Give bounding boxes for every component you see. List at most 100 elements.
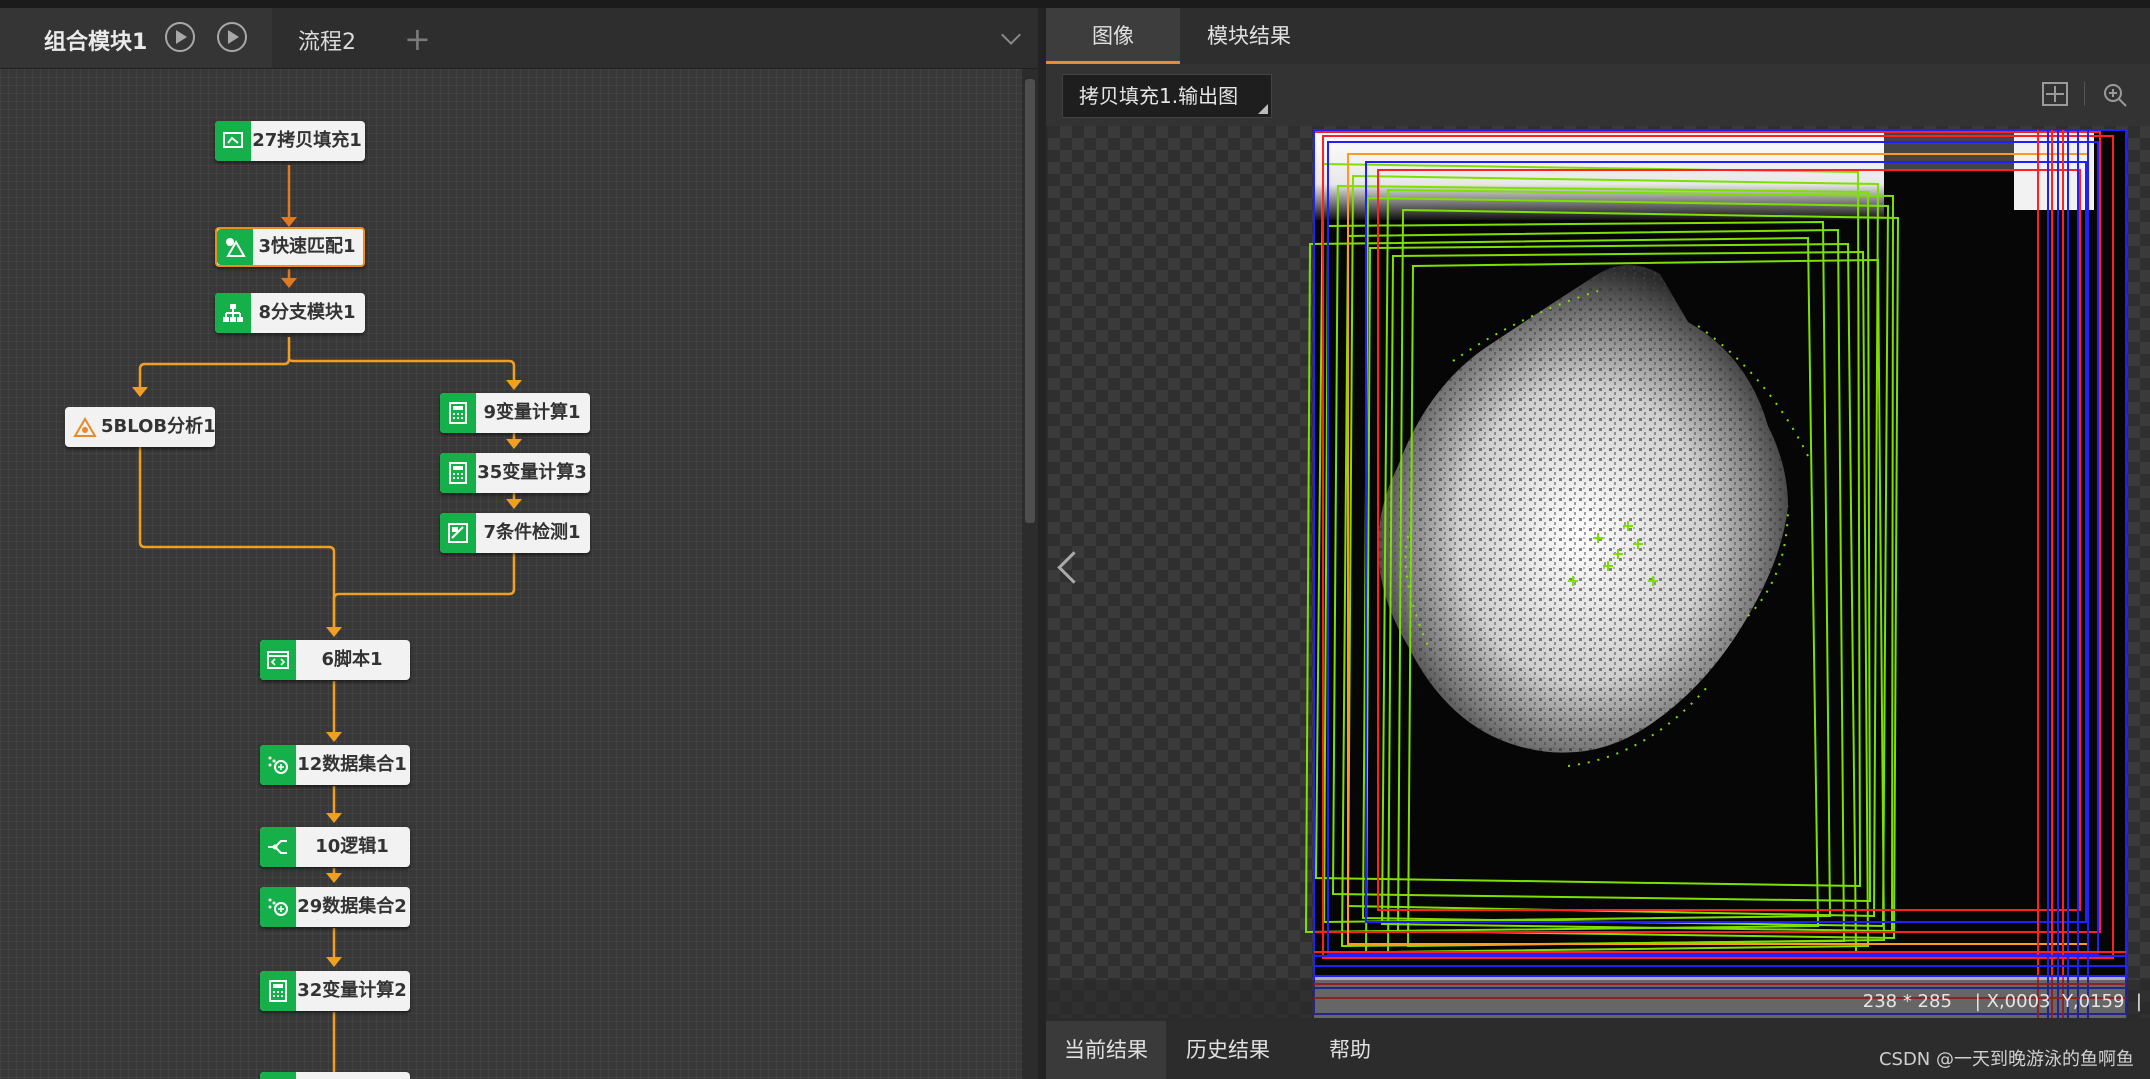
tab-module-result[interactable]: 模块结果 (1182, 8, 1316, 64)
watermark-text: CSDN @一天到晚游泳的鱼啊鱼 (1878, 1049, 2134, 1070)
image-source-value: 拷贝填充1.输出图 (1079, 84, 1239, 108)
node-icon-bg (65, 407, 101, 447)
zoom-in-icon[interactable] (2102, 82, 2128, 108)
node-label: 12数据集合1 (297, 754, 407, 775)
node-icon-bg (260, 971, 296, 1011)
script-icon (267, 651, 289, 669)
arrow-12-10 (326, 813, 342, 823)
node-var-calc-1[interactable]: 9变量计算1 (440, 393, 590, 433)
fast-match-icon (226, 238, 246, 257)
result-bottom-tabs: 当前结果 历史结果 帮助 CSDN @一天到晚游泳的鱼啊鱼 (1046, 1021, 2150, 1079)
node-label: 32变量计算2 (297, 980, 407, 1001)
tab-combined-module-label: 组合模块1 (44, 30, 148, 55)
pane-divider[interactable] (1038, 8, 1046, 1079)
copy-fill-icon (223, 132, 243, 148)
arrow-27-3 (281, 217, 297, 227)
window-top-strip (0, 0, 2150, 8)
node-script[interactable]: 6脚本1 (260, 640, 410, 680)
tab-combined-module[interactable]: 组合模块1 (0, 8, 272, 68)
node-label: 29数据集合2 (297, 896, 407, 917)
tab-help[interactable]: 帮助 (1290, 1021, 1410, 1079)
tab-flow2[interactable]: 流程2 (298, 24, 356, 56)
node-label: 3快速匹配1 (258, 236, 356, 257)
node-icon-bg (217, 229, 253, 265)
run-loop-button[interactable] (217, 22, 247, 52)
image-status-text: 238 * 285 | X,0003 Y,0159 | (1863, 991, 2142, 1012)
data-set-icon (268, 898, 288, 916)
calculator-icon (269, 980, 287, 1002)
node-label: 5BLOB分析1 (101, 416, 216, 437)
logic-icon (268, 840, 287, 854)
fit-window-icon[interactable] (2042, 82, 2068, 106)
separator: | (2135, 991, 2142, 1012)
calculator-icon (449, 402, 467, 424)
arrow-35-7 (506, 499, 522, 509)
blob-icon (73, 417, 97, 437)
cursor-y: Y,0159 (2061, 991, 2125, 1012)
node-icon-bg (440, 453, 476, 493)
node-label: 10逻辑1 (315, 836, 389, 857)
node-copy-fill[interactable]: 27拷贝填充1 (215, 121, 365, 161)
canvas-scrollbar[interactable] (1022, 69, 1038, 1079)
image-viewer[interactable]: 238 * 285 | X,0003 Y,0159 | (1048, 126, 2150, 1018)
arrow-9-35 (506, 439, 522, 449)
wire-8-5 (138, 337, 291, 389)
node-data-set-1[interactable]: 12数据集合1 (260, 745, 410, 785)
branch-icon (223, 304, 243, 322)
node-icon-bg (260, 887, 296, 927)
data-set-icon (268, 756, 288, 774)
node-var-calc-3[interactable]: 35变量计算3 (440, 453, 590, 493)
node-branch[interactable]: 8分支模块1 (215, 293, 365, 333)
node-fast-match[interactable]: 3快速匹配1 (215, 227, 365, 267)
arrow-6-12 (326, 732, 342, 742)
arrow-into-6 (326, 627, 342, 637)
node-label: 7条件检测1 (483, 522, 581, 543)
node-next-partial[interactable] (260, 1072, 410, 1079)
separator: | (1974, 991, 1981, 1012)
arrow-3-8 (281, 278, 297, 288)
node-icon-bg (440, 513, 476, 553)
arrow-8-9 (506, 380, 522, 390)
node-label: 9变量计算1 (483, 402, 581, 423)
top-bright-region (1314, 130, 1884, 220)
node-blob-analysis[interactable]: 5BLOB分析1 (65, 407, 216, 447)
node-icon-bg (215, 293, 251, 333)
node-label: 35变量计算3 (477, 462, 587, 483)
wire-5-6 (138, 447, 336, 629)
image-toolbar: 拷贝填充1.输出图 (1046, 64, 2150, 126)
flow-canvas[interactable]: 27拷贝填充1 3快速匹配1 8分支模块1 5BLOB分析1 9变量计算1 35… (0, 69, 1022, 1079)
tab-history-result[interactable]: 历史结果 (1168, 1021, 1288, 1079)
image-display (1304, 129, 2127, 1018)
node-label: 8分支模块1 (258, 302, 356, 323)
play-icon (176, 30, 187, 44)
node-label: 6脚本1 (321, 649, 383, 670)
run-once-button[interactable] (165, 22, 195, 52)
arrow-8-5 (132, 387, 148, 397)
condition-check-icon (448, 523, 468, 543)
image-status-bar: 238 * 285 | X,0003 Y,0159 | (1048, 980, 2150, 1018)
node-icon-bg (260, 745, 296, 785)
dropdown-corner-icon (1258, 104, 1268, 114)
cursor-x: X,0003 (1986, 991, 2051, 1012)
scrollbar-thumb[interactable] (1025, 79, 1035, 523)
node-icon-bg (260, 1072, 296, 1079)
flow-tab-bar: 组合模块1 流程2 + (0, 8, 1038, 69)
node-icon-bg (215, 121, 251, 161)
node-var-calc-2[interactable]: 32变量计算2 (260, 971, 410, 1011)
node-logic[interactable]: 10逻辑1 (260, 827, 410, 867)
wire-7-6 (332, 553, 516, 629)
wire-8-9 (287, 358, 516, 382)
result-tab-bar: 图像 模块结果 (1046, 8, 2150, 64)
node-condition-check[interactable]: 7条件检测1 (440, 513, 590, 553)
loop-play-icon (228, 30, 239, 44)
tab-image[interactable]: 图像 (1046, 8, 1180, 64)
calculator-icon (449, 462, 467, 484)
add-flow-button[interactable]: + (404, 20, 431, 58)
node-icon-bg (260, 640, 296, 680)
image-size: 238 * 285 (1862, 991, 1952, 1012)
node-data-set-2[interactable]: 29数据集合2 (260, 887, 410, 927)
image-source-select[interactable]: 拷贝填充1.输出图 (1062, 74, 1272, 118)
tab-current-result[interactable]: 当前结果 (1046, 1021, 1166, 1079)
chevron-down-icon[interactable] (1001, 25, 1021, 45)
node-icon-bg (260, 827, 296, 867)
